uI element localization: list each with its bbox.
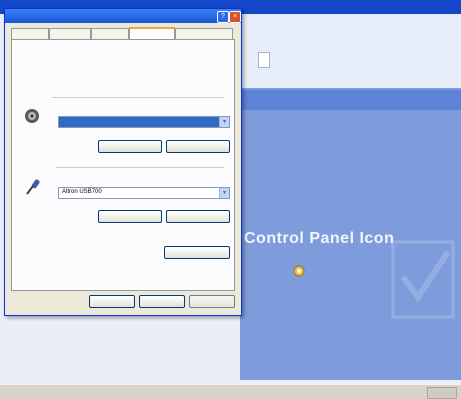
recording-group-divider xyxy=(56,167,224,168)
microphone-icon xyxy=(26,179,40,195)
voice-tab-panel: ▼ Altron USB700 ▼ xyxy=(11,39,235,291)
tab-sounds[interactable] xyxy=(49,28,91,39)
playback-volume-button[interactable] xyxy=(98,140,162,153)
playback-group-divider xyxy=(52,97,224,98)
chevron-down-icon[interactable]: ▼ xyxy=(219,188,229,198)
tab-audio[interactable] xyxy=(91,28,129,39)
help-button[interactable]: ? xyxy=(217,11,229,23)
control-panel-header-area xyxy=(240,14,461,88)
control-panel-band xyxy=(240,90,461,110)
playback-advanced-button[interactable] xyxy=(166,140,230,153)
taskbar xyxy=(0,384,461,399)
apply-button[interactable] xyxy=(189,295,235,308)
close-button[interactable]: × xyxy=(229,11,241,23)
system-tray[interactable] xyxy=(427,387,457,399)
sounds-audio-properties-dialog: ? × ▼ Altron USB700 ▼ xyxy=(4,8,242,316)
document-icon xyxy=(258,52,270,68)
speaker-icon xyxy=(25,109,39,123)
recording-volume-button[interactable] xyxy=(98,210,162,223)
test-hardware-button[interactable] xyxy=(164,246,230,259)
ok-button[interactable] xyxy=(89,295,135,308)
recording-device-value: Altron USB700 xyxy=(62,189,102,195)
tab-hardware[interactable] xyxy=(175,28,233,39)
checkmark-watermark-icon xyxy=(391,240,455,319)
control-panel-heading: Control Panel Icon xyxy=(244,230,395,247)
dialog-titlebar[interactable]: ? × xyxy=(5,9,241,23)
gear-icon[interactable] xyxy=(292,264,306,278)
tab-strip xyxy=(11,27,235,41)
recording-device-select[interactable]: Altron USB700 ▼ xyxy=(58,187,230,199)
chevron-down-icon[interactable]: ▼ xyxy=(219,117,229,127)
tab-volume[interactable] xyxy=(11,28,49,39)
recording-advanced-button[interactable] xyxy=(166,210,230,223)
cancel-button[interactable] xyxy=(139,295,185,308)
playback-device-select[interactable]: ▼ xyxy=(58,116,230,128)
